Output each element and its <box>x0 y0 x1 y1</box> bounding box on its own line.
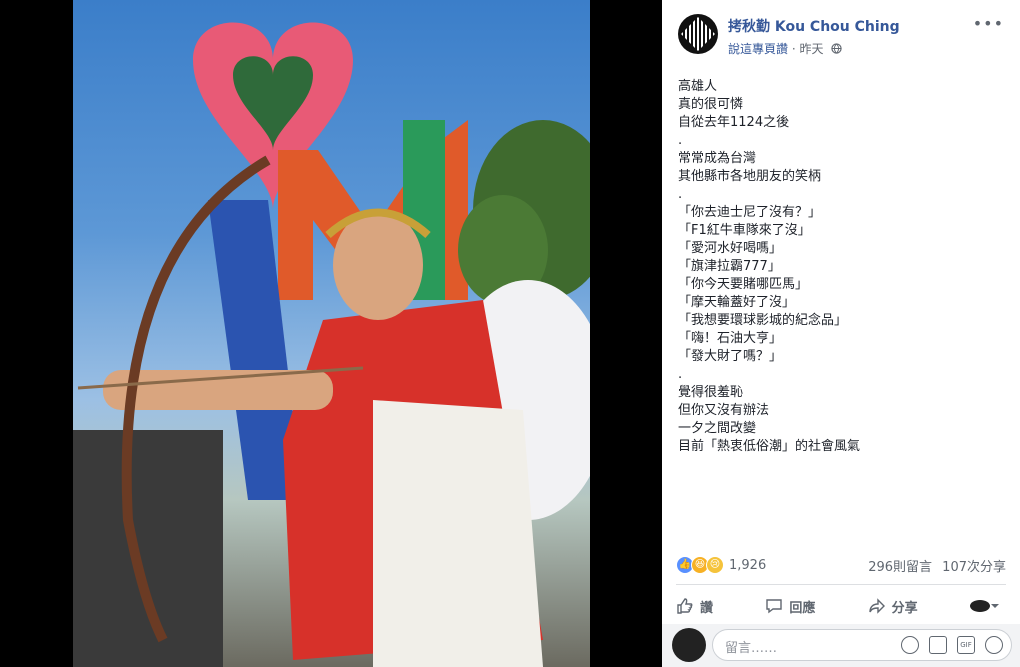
profile-avatar-small <box>969 600 990 612</box>
comment-placeholder: 留言…… <box>725 641 778 656</box>
photo-viewer <box>0 0 662 667</box>
meta-separator: · <box>788 42 800 56</box>
post-stats: 296則留言 107次分享 <box>862 556 1006 575</box>
post-meta: 說這專頁讚 · 昨天 <box>728 40 842 57</box>
photo-illustration <box>73 22 590 667</box>
post-text-line: 高雄人 <box>678 79 718 94</box>
share-as-selector[interactable] <box>969 600 1006 612</box>
comment-icon <box>766 599 783 614</box>
page-avatar[interactable] <box>678 14 718 54</box>
post-text-line: . <box>678 367 683 382</box>
share-button[interactable]: 分享 <box>868 597 918 616</box>
divider <box>676 584 1006 585</box>
camera-icon[interactable] <box>929 636 947 654</box>
post-text-line: 「我想要環球影城的紀念品」 <box>678 313 848 328</box>
page-name-link[interactable]: 拷秋勤 Kou Chou Ching <box>728 16 900 36</box>
post-panel: 拷秋勤 Kou Chou Ching 說這專頁讚 · 昨天 ••• 高雄人真的很… <box>662 0 1020 667</box>
post-text-line: 但你又沒有辦法 <box>678 403 770 418</box>
reactions-summary[interactable]: 👍 😆 😢 1,926 <box>676 556 766 574</box>
sad-icon: 😢 <box>706 556 724 574</box>
comment-label: 回應 <box>789 600 816 616</box>
like-label: 讚 <box>700 600 714 616</box>
thumbs-up-icon <box>677 598 693 614</box>
comment-button[interactable]: 回應 <box>765 597 815 616</box>
like-page-link[interactable]: 說這專頁讚 <box>728 42 788 56</box>
post-text-line: 自從去年1124之後 <box>678 115 790 130</box>
comment-composer: 留言…… GIF <box>662 624 1020 667</box>
globe-icon <box>827 42 842 56</box>
action-bar: 讚 回應 分享 <box>676 590 1006 622</box>
sticker-icon[interactable] <box>985 636 1003 654</box>
share-icon <box>868 598 885 614</box>
post-text-line: 「F1紅牛車隊來了沒」 <box>678 223 811 238</box>
chevron-down-icon <box>990 604 999 608</box>
more-options-icon[interactable]: ••• <box>973 14 1004 33</box>
comments-count-link[interactable]: 296則留言 <box>868 560 932 575</box>
post-text-line: 常常成為台灣 <box>678 151 757 166</box>
post-text: 高雄人真的很可憐自從去年1124之後. 常常成為台灣其他縣市各地朋友的笑柄. 「你去… <box>678 78 1008 456</box>
post-time[interactable]: 昨天 <box>799 42 823 56</box>
post-text-line: 其他縣市各地朋友的笑柄 <box>678 169 822 184</box>
post-text-line: 「你今天要賭哪匹馬」 <box>678 277 809 292</box>
like-button[interactable]: 讚 <box>676 597 713 616</box>
share-label: 分享 <box>891 600 918 616</box>
post-text-line: . <box>678 187 683 202</box>
post-text-line: 「摩天輪蓋好了沒」 <box>678 295 796 310</box>
emoji-icon[interactable] <box>901 636 919 654</box>
comment-input[interactable]: 留言…… GIF <box>712 629 1012 661</box>
post-text-line: 真的很可憐 <box>678 97 744 112</box>
user-avatar <box>672 628 706 662</box>
gif-icon[interactable]: GIF <box>957 636 975 654</box>
shares-count-link[interactable]: 107次分享 <box>942 560 1006 575</box>
post-text-line: . <box>678 133 683 148</box>
post-text-line: 「旗津拉霸777」 <box>678 259 781 274</box>
post-text-line: 覺得很羞恥 <box>678 385 744 400</box>
reaction-count: 1,926 <box>729 557 767 573</box>
post-text-line: 「你去迪士尼了沒有？」 <box>678 205 822 220</box>
post-text-line: 一夕之間改變 <box>678 421 757 436</box>
post-photo[interactable] <box>73 0 590 667</box>
post-text-line: 「嗨！石油大亨」 <box>678 331 783 346</box>
post-text-line: 「愛河水好喝嗎」 <box>678 241 783 256</box>
post-text-line: 「發大財了嗎？」 <box>678 349 783 364</box>
post-text-line: 目前「熱衷低俗潮」的社會風氣 <box>678 439 861 454</box>
